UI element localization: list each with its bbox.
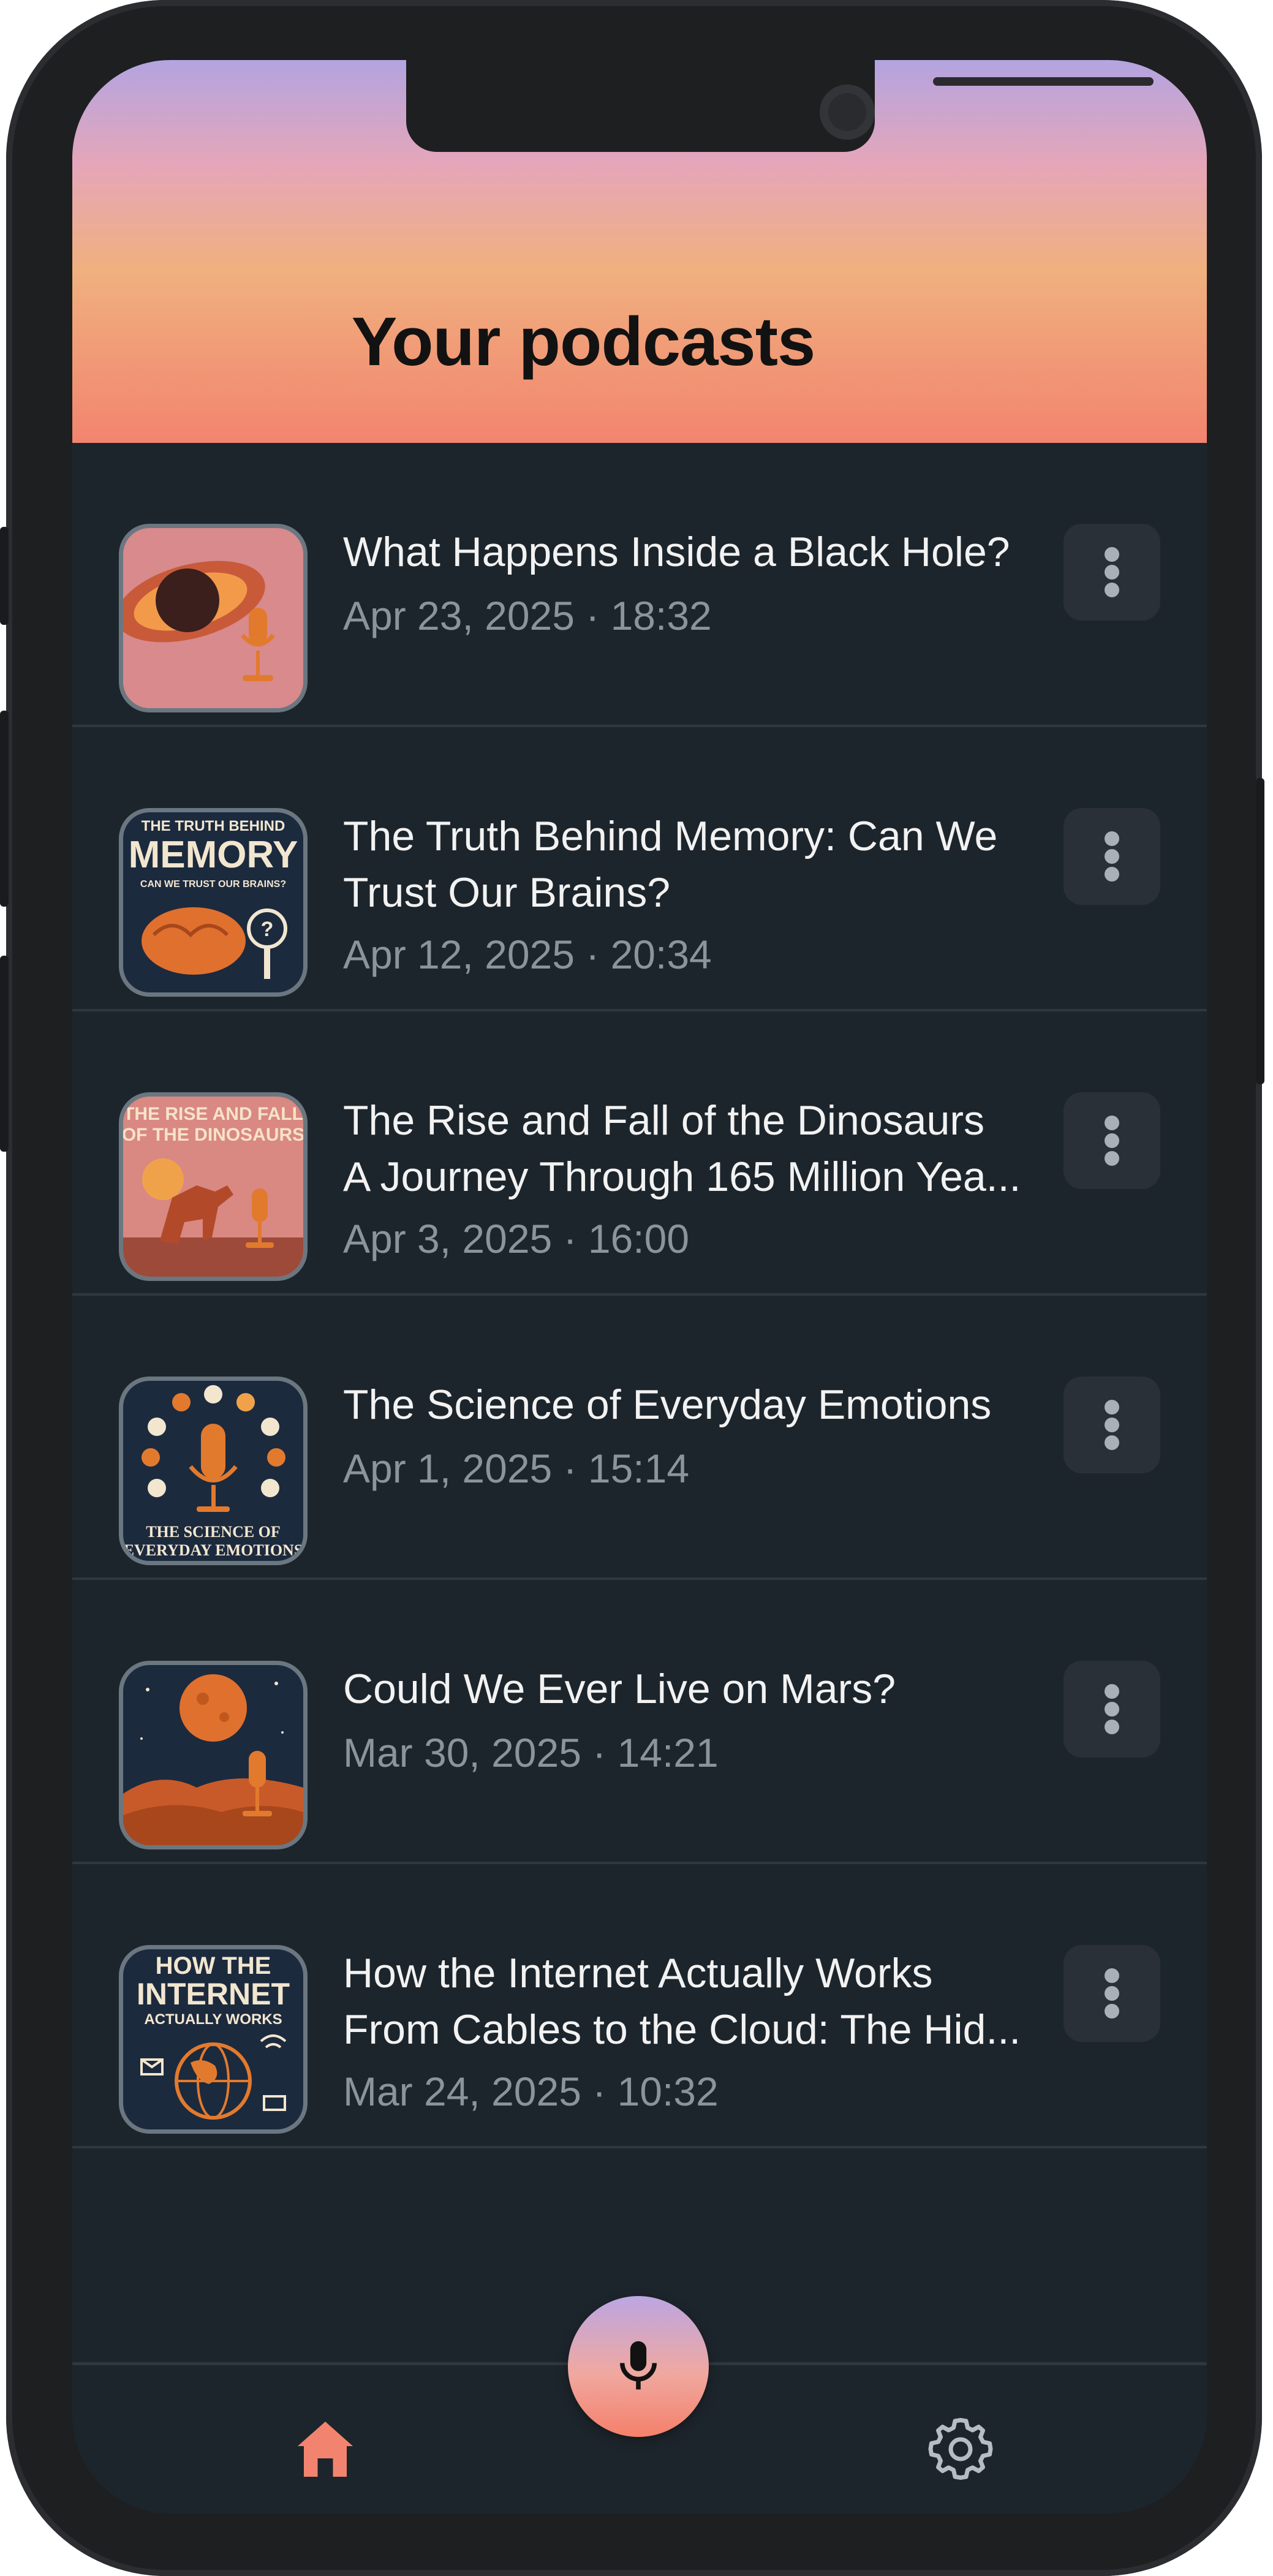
dot — [1105, 2004, 1119, 2019]
dot — [1105, 849, 1119, 864]
list-item[interactable]: THE SCIENCE OF EVERYDAY EMOTIONS The Sci… — [72, 1296, 1207, 1580]
podcast-title[interactable]: The Rise and Fall of the Dinosaurs A Jou… — [343, 1092, 1023, 1205]
internet-globe-icon: HOW THE INTERNET ACTUALLY WORKS — [119, 1945, 308, 2134]
podcast-title[interactable]: The Truth Behind Memory: Can We Trust Ou… — [343, 808, 1023, 921]
record-button[interactable] — [568, 2296, 709, 2437]
phone-frame: Your podcasts What Happens Inside a Blac… — [0, 0, 1264, 2576]
dot — [1105, 1151, 1119, 1166]
dot — [1105, 565, 1119, 580]
podcast-title-line: The Truth Behind Memory: Can We — [343, 813, 998, 859]
dot — [1105, 547, 1119, 562]
podcast-title-line: From Cables to the Cloud: The Hid... — [343, 2006, 1021, 2053]
podcast-date: Apr 12, 2025 · 20:34 — [343, 932, 712, 977]
dot — [1105, 583, 1119, 597]
thumb-text: THE SCIENCE OF — [146, 1523, 281, 1541]
dot — [1105, 1720, 1119, 1734]
dot — [1105, 1986, 1119, 2001]
podcast-date: Mar 30, 2025 · 14:21 — [343, 1730, 719, 1775]
gear-icon[interactable] — [924, 2412, 997, 2486]
thumb-text: INTERNET — [137, 1977, 290, 2011]
front-camera — [820, 85, 875, 140]
podcast-title[interactable]: What Happens Inside a Black Hole? — [343, 524, 1023, 580]
emotions-mic-icon: THE SCIENCE OF EVERYDAY EMOTIONS — [119, 1377, 308, 1565]
podcast-date: Apr 3, 2025 · 16:00 — [343, 1216, 690, 1261]
podcast-title-line: The Science of Everyday Emotions — [343, 1381, 992, 1428]
home-icon[interactable] — [289, 2412, 362, 2486]
dot — [1105, 1684, 1119, 1699]
list-item[interactable]: HOW THE INTERNET ACTUALLY WORKS How the … — [72, 1864, 1207, 2148]
thumb-text: MEMORY — [129, 834, 298, 876]
more-options-button[interactable] — [1063, 1661, 1160, 1758]
dot — [1105, 867, 1119, 882]
more-options-button[interactable] — [1063, 808, 1160, 905]
more-options-button[interactable] — [1063, 1945, 1160, 2042]
more-options-button[interactable] — [1063, 524, 1160, 621]
dot — [1105, 1968, 1119, 1983]
microphone-icon — [620, 2341, 657, 2390]
thumb-text: CAN WE TRUST OUR BRAINS? — [140, 879, 286, 890]
dot — [1105, 1418, 1119, 1432]
podcast-title-line: The Rise and Fall of the Dinosaurs — [343, 1097, 984, 1144]
speaker-grille — [933, 77, 1154, 86]
page-title: Your podcasts — [351, 303, 816, 380]
thumb-text: EVERYDAY EMOTIONS — [124, 1541, 303, 1559]
list-item[interactable]: THE TRUTH BEHIND MEMORY CAN WE TRUST OUR… — [72, 727, 1207, 1011]
svg-text:?: ? — [261, 918, 274, 941]
dot — [1105, 1400, 1119, 1415]
podcast-title-line: A Journey Through 165 Million Yea... — [343, 1154, 1021, 1200]
dinosaur-icon: THE RISE AND FALL OF THE DINOSAURS — [119, 1092, 308, 1281]
dot — [1105, 1435, 1119, 1450]
mars-mic-icon — [119, 1661, 308, 1849]
memory-brain-icon: THE TRUTH BEHIND MEMORY CAN WE TRUST OUR… — [119, 808, 308, 997]
thumb-text: THE TRUTH BEHIND — [142, 818, 285, 834]
podcast-date: Apr 1, 2025 · 15:14 — [343, 1446, 690, 1491]
podcast-title[interactable]: Could We Ever Live on Mars? — [343, 1661, 1023, 1717]
black-hole-mic-icon — [119, 524, 308, 712]
podcast-title-line: What Happens Inside a Black Hole? — [343, 529, 1010, 575]
notch — [406, 60, 1154, 152]
thumb-text: ACTUALLY WORKS — [144, 2011, 282, 2028]
dot — [1105, 1116, 1119, 1130]
thumb-text: HOW THE — [156, 1952, 271, 1979]
list-item[interactable]: What Happens Inside a Black Hole? Apr 23… — [72, 443, 1207, 727]
podcast-title-line: Could We Ever Live on Mars? — [343, 1666, 896, 1712]
app-screen: Your podcasts What Happens Inside a Blac… — [72, 60, 1207, 2514]
podcast-title-line: How the Internet Actually Works — [343, 1950, 933, 1996]
dot — [1105, 1702, 1119, 1717]
power-button — [1256, 778, 1264, 1084]
podcast-date: Mar 24, 2025 · 10:32 — [343, 2069, 719, 2114]
podcast-list: What Happens Inside a Black Hole? Apr 23… — [72, 443, 1207, 2148]
dot — [1105, 831, 1119, 846]
list-item[interactable]: THE RISE AND FALL OF THE DINOSAURS The R… — [72, 1011, 1207, 1296]
thumb-text: OF THE DINOSAURS — [123, 1125, 303, 1145]
list-item[interactable]: Could We Ever Live on Mars? Mar 30, 2025… — [72, 1580, 1207, 1864]
podcast-title[interactable]: How the Internet Actually Works From Cab… — [343, 1945, 1023, 2058]
dot — [1105, 1133, 1119, 1148]
more-options-button[interactable] — [1063, 1092, 1160, 1189]
podcast-title-line: Trust Our Brains? — [343, 869, 671, 916]
podcast-title[interactable]: The Science of Everyday Emotions — [343, 1377, 1023, 1433]
mute-switch — [0, 527, 9, 625]
more-options-button[interactable] — [1063, 1377, 1160, 1473]
volume-up-button — [0, 711, 9, 907]
podcast-date: Apr 23, 2025 · 18:32 — [343, 593, 712, 638]
thumb-text: THE RISE AND FALL — [123, 1104, 303, 1124]
volume-down-button — [0, 956, 9, 1152]
